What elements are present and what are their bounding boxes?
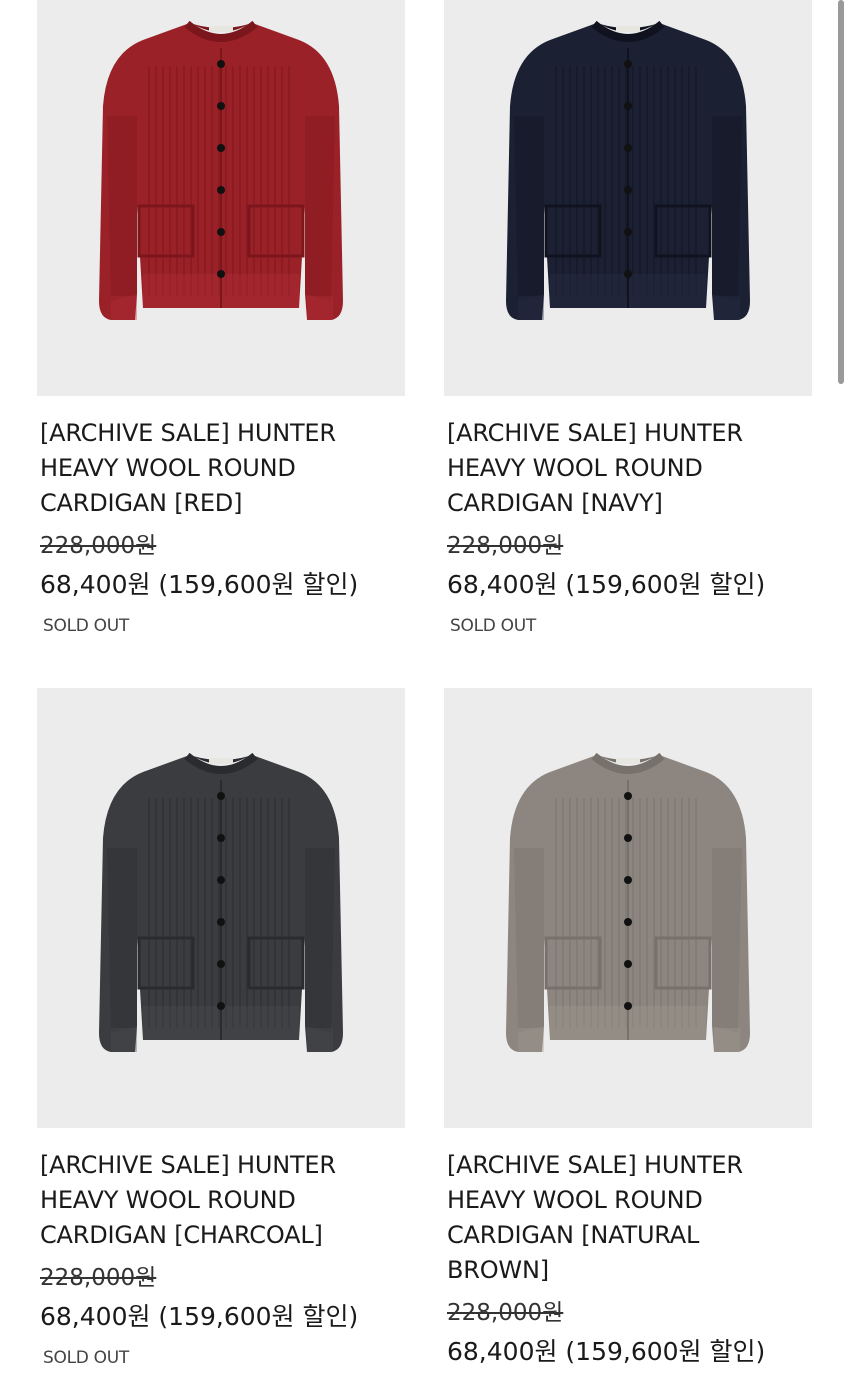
cardigan-image	[506, 20, 750, 320]
product-card[interactable]: [ARCHIVE SALE] HUNTER HEAVY WOOL ROUND C…	[37, 0, 405, 637]
product-image[interactable]	[37, 0, 405, 396]
sale-price: 68,400원 (159,600원 할인)	[40, 570, 359, 599]
original-price: 228,000원	[40, 533, 157, 559]
original-price: 228,000원	[447, 1300, 564, 1326]
sale-price: 68,400원 (159,600원 할인)	[447, 570, 766, 599]
product-title[interactable]: [ARCHIVE SALE] HUNTER HEAVY WOOL ROUND C…	[447, 1148, 807, 1288]
product-card[interactable]: [ARCHIVE SALE] HUNTER HEAVY WOOL ROUND C…	[444, 0, 812, 637]
product-grid: [ARCHIVE SALE] HUNTER HEAVY WOOL ROUND C…	[0, 0, 850, 1381]
cardigan-image	[99, 20, 343, 320]
original-price: 228,000원	[40, 1265, 157, 1291]
sold-out-badge: SOLD OUT	[43, 1348, 129, 1368]
sold-out-badge: SOLD OUT	[43, 616, 129, 636]
product-image[interactable]	[444, 0, 812, 396]
sold-out-badge: SOLD OUT	[450, 616, 536, 636]
product-image[interactable]	[444, 688, 812, 1128]
original-price: 228,000원	[447, 533, 564, 559]
sale-price: 68,400원 (159,600원 할인)	[447, 1337, 766, 1366]
product-title[interactable]: [ARCHIVE SALE] HUNTER HEAVY WOOL ROUND C…	[40, 1148, 400, 1253]
product-title[interactable]: [ARCHIVE SALE] HUNTER HEAVY WOOL ROUND C…	[40, 416, 400, 521]
product-card[interactable]: [ARCHIVE SALE] HUNTER HEAVY WOOL ROUND C…	[444, 688, 812, 1368]
product-image[interactable]	[37, 688, 405, 1128]
product-title[interactable]: [ARCHIVE SALE] HUNTER HEAVY WOOL ROUND C…	[447, 416, 807, 521]
cardigan-image	[506, 752, 750, 1052]
scrollbar[interactable]	[838, 0, 844, 384]
cardigan-image	[99, 752, 343, 1052]
sale-price: 68,400원 (159,600원 할인)	[40, 1302, 359, 1331]
product-card[interactable]: [ARCHIVE SALE] HUNTER HEAVY WOOL ROUND C…	[37, 688, 405, 1369]
